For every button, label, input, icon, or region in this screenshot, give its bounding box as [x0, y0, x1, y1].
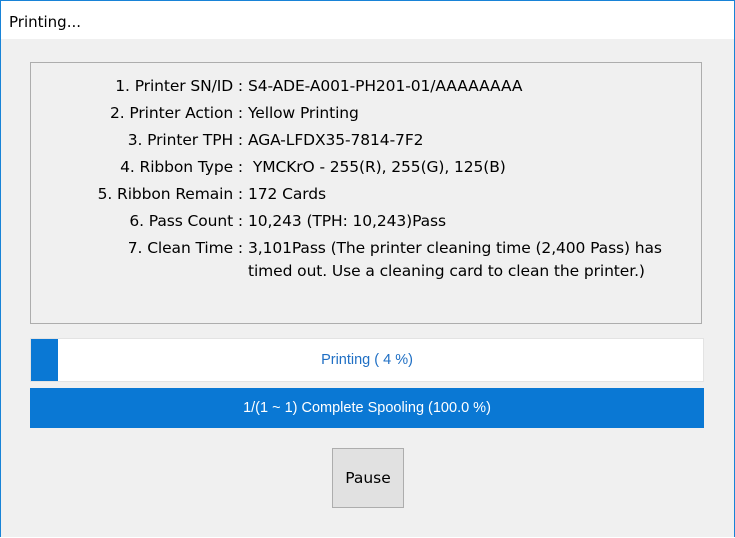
info-value: 172 Cards — [248, 185, 326, 203]
info-label: 3. Printer TPH : — [127, 131, 243, 149]
info-label: 4. Ribbon Type : — [120, 158, 243, 176]
info-label: 5. Ribbon Remain : — [97, 185, 243, 203]
pause-button-label: Pause — [345, 469, 391, 487]
printing-progress-label: Printing ( 4 %) — [321, 352, 413, 368]
dialog-body: 1. Printer SN/ID : S4-ADE-A001-PH201-01/… — [1, 39, 734, 537]
info-label: 6. Pass Count : — [129, 212, 243, 230]
info-label: 2. Printer Action : — [110, 104, 243, 122]
info-value: 3,101Pass (The printer cleaning time (2,… — [248, 239, 662, 280]
info-label: 7. Clean Time : — [127, 239, 243, 257]
info-value: AGA-LFDX35-7814-7F2 — [248, 131, 424, 149]
info-value: YMCKrO - 255(R), 255(G), 125(B) — [248, 158, 506, 176]
info-value: 10,243 (TPH: 10,243)Pass — [248, 212, 447, 230]
info-value: Yellow Printing — [248, 104, 359, 122]
pause-button[interactable]: Pause — [331, 447, 405, 509]
info-value: S4-ADE-A001-PH201-01/AAAAAAAA — [248, 77, 523, 95]
printer-info-panel: 1. Printer SN/ID : S4-ADE-A001-PH201-01/… — [30, 62, 702, 324]
spooling-progress-label: 1/(1 ~ 1) Complete Spooling (100.0 %) — [243, 400, 491, 416]
title-bar[interactable]: Printing... — [1, 1, 734, 39]
printing-dialog: Printing... 1. Printer SN/ID : S4-ADE-A0… — [0, 0, 735, 537]
info-label: 1. Printer SN/ID : — [115, 77, 243, 95]
spooling-progress-bar: 1/(1 ~ 1) Complete Spooling (100.0 %) — [30, 388, 704, 428]
window-title: Printing... — [9, 13, 82, 31]
printing-progress-bar: Printing ( 4 %) — [30, 338, 704, 382]
